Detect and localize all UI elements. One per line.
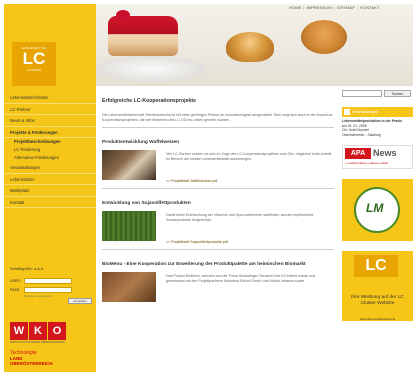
sidebar-item-veranstaltungen[interactable]: Veranstaltungen (4, 162, 96, 174)
page: HOME | IMPRESSUM | SITEMAP | KONTAKT LEB… (4, 2, 413, 372)
main-content: Erfolgreiche LC-Kooperationsprojekte Die… (102, 98, 334, 306)
ad-url: www.lebensmittelcluster.at (359, 317, 396, 322)
topnav-separator: | (333, 5, 335, 10)
divider (102, 127, 334, 128)
article-text: Damit keine Entmischung der Vitamine und… (166, 213, 314, 222)
login-button[interactable]: Anmelden (68, 298, 92, 304)
sidebar-item-kontakt[interactable]: Kontakt (4, 197, 96, 208)
lm-quality-banner[interactable]: LM (342, 179, 413, 242)
article-text: Vier LC-Partner setzten es sich im Zuge … (166, 152, 332, 161)
sidebar-item-marktplatz[interactable]: Marktplatz (4, 185, 96, 197)
lm-seal-text: LM (366, 201, 384, 216)
right-column: Suchen Veranstaltungen Lebensmittelprodu… (342, 86, 413, 322)
article-thumbnail (102, 272, 156, 302)
sidebar: LEBENSMITTEL LC CLUSTER Lebensmittel-Clu… (4, 4, 96, 372)
article-title: BioMenu - Eine Kooperation zur Erweiteru… (102, 262, 306, 267)
topnav-kontakt[interactable]: KONTAKT (360, 5, 379, 13)
event-teaser[interactable]: Lebensmittelproduktion in der Praxis am … (342, 119, 413, 137)
apa-news-banner[interactable]: APA News +++McDonald's+++Reve++Dreh (342, 145, 413, 170)
pass-label: PASS: (10, 287, 21, 292)
search-button[interactable]: Suchen (384, 90, 411, 97)
divider (102, 188, 334, 189)
wko-letter: O (48, 322, 66, 340)
top-navigation: HOME | IMPRESSUM | SITEMAP | KONTAKT (289, 5, 380, 13)
events-header: Veranstaltungen (342, 107, 413, 117)
article: Das Projekt BioMenü, welches von der Fir… (102, 272, 334, 306)
article-title: Produktentwicklung Waffelweizen (102, 140, 180, 145)
page-title: Erfolgreiche LC-Kooperationsprojekte (102, 98, 196, 104)
divider (102, 249, 334, 250)
topnav-separator: | (303, 5, 305, 10)
font-size-switcher[interactable]: Schriftgröße: a A A (10, 266, 43, 271)
cake-image (108, 10, 178, 56)
article-text: Das Projekt BioMenü, welches von der Fir… (166, 274, 315, 283)
user-input[interactable] (24, 277, 72, 284)
wko-subtitle: WIRTSCHAFTSKAMMER OBERÖSTERREICH (10, 341, 66, 344)
wko-letter: K (29, 322, 47, 340)
article-pdf-link[interactable]: >> Projektblatt Waffelweizen.pdf (166, 179, 217, 183)
sidebar-item-alternative-foerderungen[interactable]: Alternative Förderungen (4, 154, 96, 162)
land-ooe-logo[interactable]: Technologie LAND OBERÖSTERREICH (10, 350, 92, 370)
topnav-sitemap[interactable]: SITEMAP (337, 5, 355, 13)
event-city: Oberösterreich - Salzburg (342, 132, 381, 137)
wko-letter: W (10, 322, 28, 340)
search-input[interactable] (342, 90, 382, 97)
apa-ticker: +++McDonald's+++Reve++Dreh (345, 161, 389, 166)
sidebar-item-lebensmittel-cluster[interactable]: Lebensmittel-Cluster (4, 92, 96, 104)
article-pdf-link[interactable]: >> Projektblatt Sojavollfettprodukte.pdf (166, 240, 228, 244)
plate-image (96, 56, 206, 82)
sidebar-item-lebensmittel[interactable]: Lebensmittel (4, 174, 96, 185)
sidebar-item-lc-foerderung[interactable]: LC-Förderung (4, 146, 96, 154)
logo-bottom-text: CLUSTER (26, 68, 41, 72)
sidebar-navigation: Lebensmittel-Cluster LC-Partner News & I… (4, 92, 96, 208)
article: Vier LC-Partner setzten es sich im Zuge … (102, 150, 334, 184)
topnav-separator: | (357, 5, 359, 10)
apa-logo: APA (345, 148, 371, 160)
sidebar-item-lc-partner[interactable]: LC-Partner (4, 104, 96, 115)
login-form: USER: PASS: Passwort vergessen? Anmelden (10, 276, 92, 304)
topnav-home[interactable]: HOME (289, 5, 301, 13)
pastry-image (301, 20, 347, 54)
user-label: USER: (10, 278, 21, 283)
article-title: Entwicklung von Sojavollfettprodukten (102, 201, 191, 206)
header-hero-image (96, 4, 413, 86)
password-input[interactable] (24, 286, 72, 293)
wko-logo[interactable]: W K O (10, 322, 66, 340)
lc-logo[interactable]: LEBENSMITTEL LC CLUSTER (12, 42, 56, 86)
intro-text: Die Lebensmittelwirtschaft Oberösterreic… (102, 113, 333, 122)
ad-lc-logo: LC (354, 255, 398, 278)
ad-text: Ihre Werbung auf der LC Cluster Website (351, 295, 404, 307)
sidebar-item-projektbeschreibungen[interactable]: Projektbeschreibungen (4, 138, 96, 146)
article-thumbnail (102, 211, 156, 241)
logo-main-text: LC (22, 49, 46, 68)
article: Damit keine Entmischung der Vitamine und… (102, 211, 334, 245)
article-thumbnail (102, 150, 156, 180)
apa-news-label: News (373, 148, 397, 159)
lm-quality-seal-icon: LM (354, 187, 400, 234)
sidebar-item-news-infos[interactable]: News & Infos (4, 115, 96, 127)
advertising-banner[interactable]: LC Ihre Werbung auf der LC Cluster Websi… (342, 251, 413, 322)
topnav-impressum[interactable]: IMPRESSUM (307, 5, 332, 13)
search-box: Suchen (342, 90, 413, 97)
pastry-image (226, 32, 274, 62)
sidebar-item-projekte-foerderungen[interactable]: Projekte & Förderungen (4, 127, 96, 138)
land-logo-line3: OBERÖSTERREICH (10, 361, 53, 366)
